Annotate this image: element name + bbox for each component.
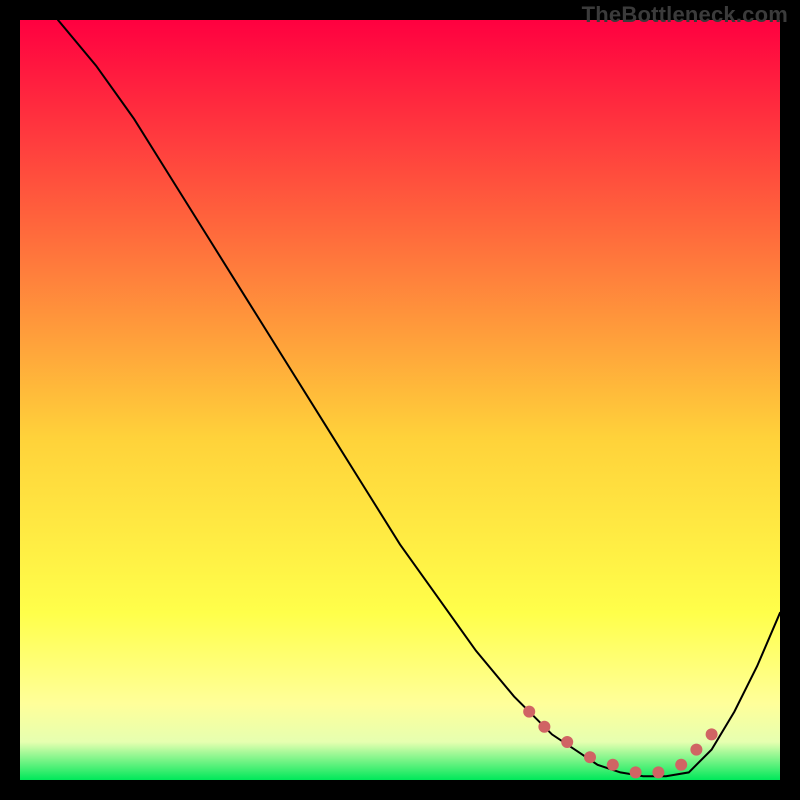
marker-dot (675, 759, 687, 771)
marker-dot (584, 751, 596, 763)
bottleneck-chart (20, 20, 780, 780)
marker-dot (630, 766, 642, 778)
marker-dot (690, 744, 702, 756)
marker-dot (652, 766, 664, 778)
marker-dot (538, 721, 550, 733)
marker-dot (706, 728, 718, 740)
marker-dot (561, 736, 573, 748)
marker-dot (523, 706, 535, 718)
gradient-background (20, 20, 780, 780)
marker-dot (607, 759, 619, 771)
chart-frame: TheBottleneck.com (0, 0, 800, 800)
watermark-text: TheBottleneck.com (582, 2, 788, 28)
